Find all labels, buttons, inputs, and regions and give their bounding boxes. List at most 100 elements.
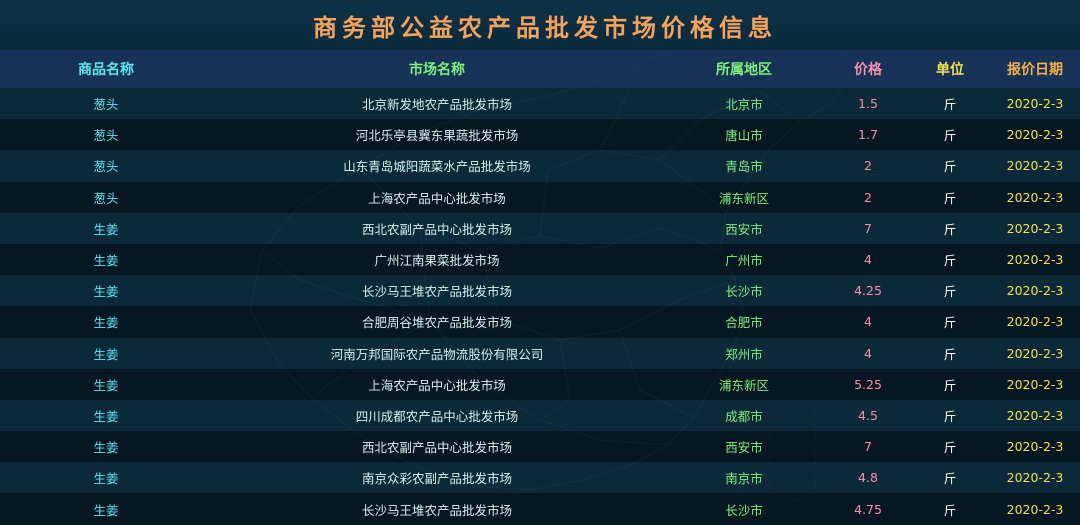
cell-region: 西安市 (662, 431, 826, 463)
page-title: 商务部公益农产品批发市场价格信息 (313, 13, 777, 42)
column-header-region: 所属地区 (662, 50, 826, 88)
cell-unit: 斤 (910, 462, 990, 494)
cell-price: 5.25 (826, 368, 910, 400)
table-row: 生姜 西北农副产品中心批发市场 西安市 7 斤 2020-2-3 (0, 431, 1080, 463)
cell-region: 西安市 (662, 212, 826, 244)
cell-product: 生姜 (0, 337, 212, 369)
cell-price: 2 (826, 181, 910, 213)
cell-unit: 斤 (910, 119, 990, 151)
cell-region: 长沙市 (662, 493, 826, 525)
cell-unit: 斤 (910, 306, 990, 338)
cell-date: 2020-2-3 (990, 337, 1080, 369)
cell-market: 河北乐亭县冀东果蔬批发市场 (212, 119, 662, 151)
cell-date: 2020-2-3 (990, 462, 1080, 494)
cell-market: 南京众彩农副产品批发市场 (212, 462, 662, 494)
title-bar: 商务部公益农产品批发市场价格信息 (0, 0, 1080, 50)
cell-unit: 斤 (910, 431, 990, 463)
cell-region: 北京市 (662, 88, 826, 120)
cell-product: 生姜 (0, 399, 212, 432)
cell-date: 2020-2-3 (990, 399, 1080, 432)
table-row: 生姜 西北农副产品中心批发市场 西安市 7 斤 2020-2-3 (0, 212, 1080, 244)
cell-region: 青岛市 (662, 150, 826, 182)
cell-market: 上海农产品中心批发市场 (212, 181, 662, 213)
cell-price: 4.5 (826, 399, 910, 432)
cell-unit: 斤 (910, 212, 990, 244)
cell-region: 合肥市 (662, 306, 826, 338)
cell-date: 2020-2-3 (990, 368, 1080, 400)
cell-price: 4.25 (826, 275, 910, 307)
cell-region: 南京市 (662, 462, 826, 494)
table-row: 生姜 合肥周谷堆农产品批发市场 合肥市 4 斤 2020-2-3 (0, 306, 1080, 338)
cell-date: 2020-2-3 (990, 181, 1080, 213)
cell-market: 西北农副产品中心批发市场 (212, 431, 662, 463)
table-row: 生姜 长沙马王堆农产品批发市场 长沙市 4.75 斤 2020-2-3 (0, 493, 1080, 525)
cell-market: 山东青岛城阳蔬菜水产品批发市场 (212, 150, 662, 182)
table-header-row: 商品名称 市场名称 所属地区 价格 单位 报价日期 (0, 50, 1080, 88)
table-row: 生姜 河南万邦国际农产品物流股份有限公司 郑州市 4 斤 2020-2-3 (0, 337, 1080, 369)
column-header-product: 商品名称 (0, 50, 212, 88)
cell-date: 2020-2-3 (990, 431, 1080, 463)
cell-region: 成都市 (662, 399, 826, 432)
cell-date: 2020-2-3 (990, 119, 1080, 151)
cell-region: 浦东新区 (662, 368, 826, 400)
table-row: 生姜 上海农产品中心批发市场 浦东新区 5.25 斤 2020-2-3 (0, 368, 1080, 400)
cell-market: 广州江南果菜批发市场 (212, 243, 662, 276)
cell-region: 浦东新区 (662, 181, 826, 213)
table-row: 葱头 山东青岛城阳蔬菜水产品批发市场 青岛市 2 斤 2020-2-3 (0, 150, 1080, 182)
cell-product: 生姜 (0, 212, 212, 244)
cell-unit: 斤 (910, 88, 990, 120)
cell-market: 四川成都农产品中心批发市场 (212, 399, 662, 432)
cell-unit: 斤 (910, 493, 990, 525)
cell-region: 郑州市 (662, 337, 826, 369)
cell-unit: 斤 (910, 181, 990, 213)
column-header-price: 价格 (826, 50, 910, 88)
cell-market: 上海农产品中心批发市场 (212, 368, 662, 400)
cell-date: 2020-2-3 (990, 493, 1080, 525)
cell-region: 广州市 (662, 243, 826, 276)
table-row: 生姜 南京众彩农副产品批发市场 南京市 4.8 斤 2020-2-3 (0, 462, 1080, 494)
cell-unit: 斤 (910, 337, 990, 369)
cell-price: 1.7 (826, 119, 910, 151)
cell-product: 生姜 (0, 368, 212, 400)
table-row: 生姜 长沙马王堆农产品批发市场 长沙市 4.25 斤 2020-2-3 (0, 275, 1080, 307)
price-table: 商品名称 市场名称 所属地区 价格 单位 报价日期 葱头 北京新发地农产品批发市… (0, 50, 1080, 525)
table-row: 葱头 河北乐亭县冀东果蔬批发市场 唐山市 1.7 斤 2020-2-3 (0, 119, 1080, 151)
cell-market: 北京新发地农产品批发市场 (212, 88, 662, 120)
table-row: 葱头 上海农产品中心批发市场 浦东新区 2 斤 2020-2-3 (0, 181, 1080, 213)
cell-product: 生姜 (0, 275, 212, 307)
cell-unit: 斤 (910, 275, 990, 307)
cell-date: 2020-2-3 (990, 150, 1080, 182)
column-header-unit: 单位 (910, 50, 990, 88)
cell-market: 西北农副产品中心批发市场 (212, 212, 662, 244)
column-header-date: 报价日期 (990, 50, 1080, 88)
cell-product: 生姜 (0, 462, 212, 494)
cell-market: 长沙马王堆农产品批发市场 (212, 275, 662, 307)
cell-unit: 斤 (910, 368, 990, 400)
cell-price: 4 (826, 243, 910, 276)
cell-product: 生姜 (0, 493, 212, 525)
cell-unit: 斤 (910, 243, 990, 276)
cell-date: 2020-2-3 (990, 88, 1080, 120)
cell-market: 合肥周谷堆农产品批发市场 (212, 306, 662, 338)
table-row: 生姜 四川成都农产品中心批发市场 成都市 4.5 斤 2020-2-3 (0, 399, 1080, 432)
cell-date: 2020-2-3 (990, 212, 1080, 244)
cell-product: 葱头 (0, 119, 212, 151)
cell-date: 2020-2-3 (990, 275, 1080, 307)
cell-market: 河南万邦国际农产品物流股份有限公司 (212, 337, 662, 369)
table-row: 葱头 北京新发地农产品批发市场 北京市 1.5 斤 2020-2-3 (0, 88, 1080, 120)
cell-price: 4 (826, 337, 910, 369)
cell-market: 长沙马王堆农产品批发市场 (212, 493, 662, 525)
cell-price: 7 (826, 431, 910, 463)
cell-product: 生姜 (0, 431, 212, 463)
cell-price: 4 (826, 306, 910, 338)
cell-price: 7 (826, 212, 910, 244)
price-info-page: 商务部公益农产品批发市场价格信息 商品名称 市场名称 所属地区 价格 单位 报价… (0, 0, 1080, 525)
cell-product: 葱头 (0, 181, 212, 213)
cell-unit: 斤 (910, 150, 990, 182)
table-row: 生姜 广州江南果菜批发市场 广州市 4 斤 2020-2-3 (0, 243, 1080, 276)
cell-price: 4.8 (826, 462, 910, 494)
cell-price: 1.5 (826, 88, 910, 120)
cell-price: 2 (826, 150, 910, 182)
cell-date: 2020-2-3 (990, 306, 1080, 338)
table-body: 葱头 北京新发地农产品批发市场 北京市 1.5 斤 2020-2-3 葱头 河北… (0, 88, 1080, 525)
